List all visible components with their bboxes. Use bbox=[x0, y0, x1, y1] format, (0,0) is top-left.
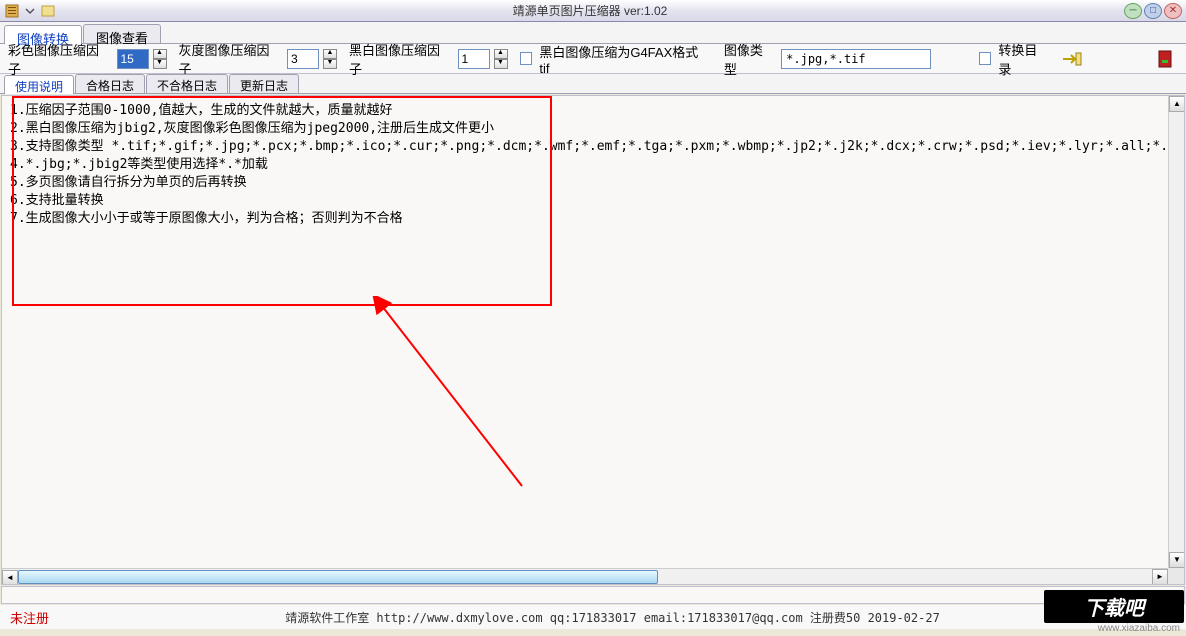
window-title: 靖源单页图片压缩器 ver:1.02 bbox=[56, 2, 1124, 19]
scroll-right-button[interactable]: ► bbox=[1152, 569, 1168, 585]
instruction-line: 3.支持图像类型 *.tif;*.gif;*.jpg;*.pcx;*.bmp;*… bbox=[10, 138, 1176, 156]
annotation-arrow bbox=[372, 296, 542, 496]
tab-update-log[interactable]: 更新日志 bbox=[229, 74, 299, 93]
stop-button[interactable] bbox=[1152, 48, 1178, 70]
scroll-left-button[interactable]: ◄ bbox=[2, 570, 18, 585]
close-button[interactable]: ✕ bbox=[1164, 3, 1182, 19]
gray-factor-input[interactable] bbox=[287, 49, 319, 69]
toolbar-icon-1[interactable] bbox=[40, 3, 56, 19]
run-button[interactable] bbox=[1060, 48, 1086, 70]
content-area: 1.压缩因子范围0-1000,值越大，生成的文件就越大，质量就越好 2.黑白图像… bbox=[1, 95, 1185, 585]
status-bar: 未注册 靖源软件工作室 http://www.dxmylove.com qq:1… bbox=[0, 605, 1186, 629]
bw-factor-input[interactable] bbox=[458, 49, 490, 69]
tab-image-convert[interactable]: 图像转换 bbox=[4, 25, 82, 44]
image-type-label: 图像类型 bbox=[724, 40, 775, 78]
scroll-thumb[interactable] bbox=[18, 570, 658, 584]
color-factor-spinner[interactable]: ▲▼ bbox=[153, 49, 167, 69]
instruction-line: 7.生成图像大小小于或等于原图像大小，判为合格；否则判为不合格 bbox=[10, 210, 1176, 228]
g4fax-label: 黑白图像压缩为G4FAX格式tif bbox=[539, 42, 706, 76]
instruction-line: 5.多页图像请自行拆分为单页的后再转换 bbox=[10, 174, 1176, 192]
tab-instructions[interactable]: 使用说明 bbox=[4, 75, 74, 94]
minimize-button[interactable]: ─ bbox=[1124, 3, 1142, 19]
toolbar: 彩色图像压缩因子 ▲▼ 灰度图像压缩因子 ▲▼ 黑白图像压缩因子 ▲▼ 黑白图像… bbox=[0, 44, 1186, 74]
footer-info: 靖源软件工作室 http://www.dxmylove.com qq:17183… bbox=[49, 609, 1176, 626]
progress-area bbox=[1, 586, 1185, 604]
bw-factor-spinner[interactable]: ▲▼ bbox=[494, 49, 508, 69]
instruction-line: 1.压缩因子范围0-1000,值越大，生成的文件就越大，质量就越好 bbox=[10, 102, 1176, 120]
tab-pass-log[interactable]: 合格日志 bbox=[75, 74, 145, 93]
horizontal-scrollbar[interactable]: ◄ ► bbox=[2, 568, 1168, 584]
app-icon bbox=[4, 3, 20, 19]
titlebar: 靖源单页图片压缩器 ver:1.02 ─ □ ✕ bbox=[0, 0, 1186, 22]
scroll-up-button[interactable]: ▲ bbox=[1169, 96, 1185, 112]
bw-factor-label: 黑白图像压缩因子 bbox=[349, 40, 452, 78]
dropdown-icon[interactable] bbox=[22, 3, 38, 19]
gray-factor-label: 灰度图像压缩因子 bbox=[179, 40, 282, 78]
maximize-button[interactable]: □ bbox=[1144, 3, 1162, 19]
convert-dir-checkbox[interactable] bbox=[979, 52, 992, 65]
convert-dir-label: 转换目录 bbox=[998, 40, 1049, 78]
image-type-input[interactable] bbox=[781, 49, 931, 69]
color-factor-input[interactable] bbox=[117, 49, 149, 69]
scroll-down-button[interactable]: ▼ bbox=[1169, 552, 1185, 568]
instruction-line: 4.*.jbg;*.jbig2等类型使用选择*.*加载 bbox=[10, 156, 1176, 174]
g4fax-checkbox[interactable] bbox=[520, 52, 533, 65]
instructions-text: 1.压缩因子范围0-1000,值越大，生成的文件就越大，质量就越好 2.黑白图像… bbox=[2, 96, 1184, 234]
gray-factor-spinner[interactable]: ▲▼ bbox=[323, 49, 337, 69]
scrollbar-corner bbox=[1168, 568, 1184, 584]
tab-fail-log[interactable]: 不合格日志 bbox=[146, 74, 228, 93]
instruction-line: 2.黑白图像压缩为jbig2,灰度图像彩色图像压缩为jpeg2000,注册后生成… bbox=[10, 120, 1176, 138]
instruction-line: 6.支持批量转换 bbox=[10, 192, 1176, 210]
vertical-scrollbar[interactable]: ▲ ▼ bbox=[1168, 96, 1184, 568]
registration-status: 未注册 bbox=[10, 608, 49, 627]
